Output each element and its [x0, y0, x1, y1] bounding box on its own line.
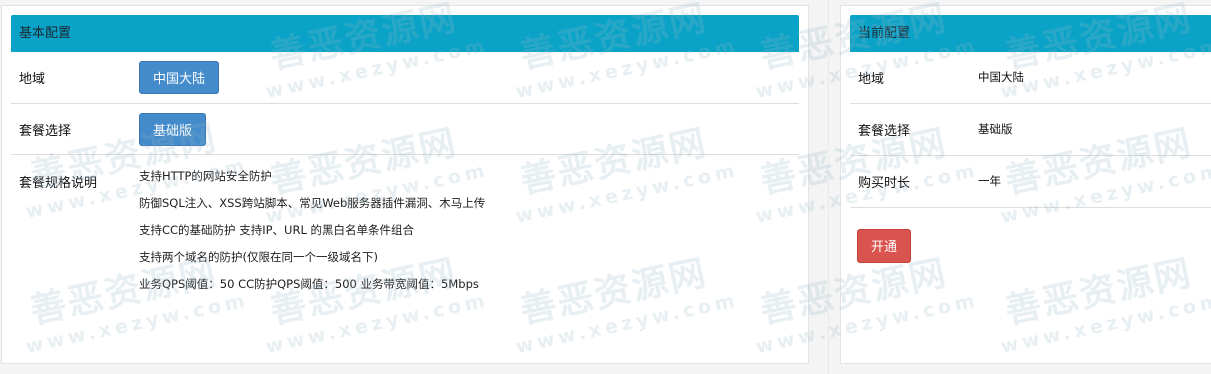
open-service-button[interactable]: 开通: [857, 229, 912, 263]
basic-config-panel: 基本配置 地域 中国大陆 套餐选择 基础版 套餐规格说明 支持HTTP的网站安全…: [1, 5, 809, 364]
current-plan-value: 基础版: [978, 122, 1013, 136]
spec-list: 支持HTTP的网站安全防护 防御SQL注入、XSS跨站脚本、常见Web服务器插件…: [139, 163, 485, 298]
region-row: 地域 中国大陆: [11, 52, 799, 104]
current-config-panel: 当前配置 地域 中国大陆 套餐选择 基础版 购买时长 一年: [840, 5, 1211, 364]
current-plan-label: 套餐选择: [858, 124, 911, 139]
duration-value: 一年: [978, 174, 1001, 188]
plan-label: 套餐选择: [19, 124, 72, 139]
current-region-label: 地域: [858, 72, 885, 87]
spec-item: 业务QPS阈值：50 CC防护QPS阈值：500 业务带宽阈值：5Mbps: [139, 277, 479, 291]
spec-item: 支持两个域名的防护(仅限在同一个一级域名下): [139, 250, 378, 264]
spec-label: 套餐规格说明: [19, 176, 98, 191]
basic-config-title: 基本配置: [11, 15, 799, 52]
region-label: 地域: [19, 72, 46, 87]
current-plan-row: 套餐选择 基础版: [850, 104, 1211, 156]
region-button[interactable]: 中国大陆: [139, 61, 220, 94]
duration-label: 购买时长: [858, 176, 911, 191]
current-region-value: 中国大陆: [978, 70, 1024, 84]
plan-button[interactable]: 基础版: [139, 113, 207, 146]
current-config-title: 当前配置: [850, 15, 1211, 52]
current-region-row: 地域 中国大陆: [850, 52, 1211, 104]
duration-row: 购买时长 一年: [850, 156, 1211, 208]
panel-gap: [828, 0, 829, 374]
plan-row: 套餐选择 基础版: [11, 104, 799, 155]
spec-item: 防御SQL注入、XSS跨站脚本、常见Web服务器插件漏洞、木马上传: [139, 196, 486, 210]
spec-row: 套餐规格说明 支持HTTP的网站安全防护 防御SQL注入、XSS跨站脚本、常见W…: [11, 155, 799, 305]
spec-item: 支持CC的基础防护 支持IP、URL 的黑白名单条件组合: [139, 223, 415, 237]
spec-item: 支持HTTP的网站安全防护: [139, 169, 272, 183]
